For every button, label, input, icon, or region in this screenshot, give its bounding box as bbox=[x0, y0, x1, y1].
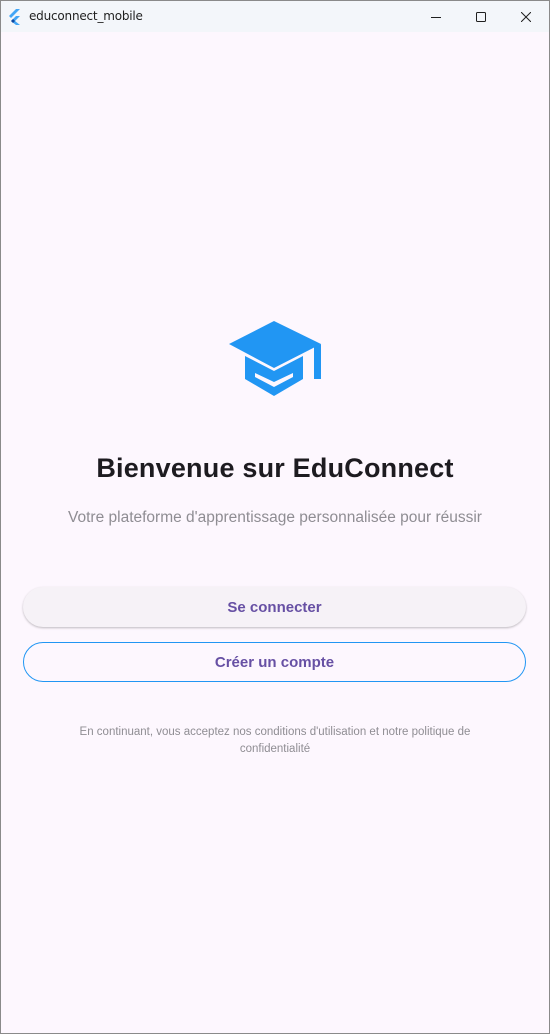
maximize-icon bbox=[476, 11, 486, 22]
welcome-subtitle: Votre plateforme d'apprentissage personn… bbox=[68, 509, 482, 526]
welcome-title: Bienvenue sur EduConnect bbox=[96, 453, 454, 483]
flutter-logo-icon bbox=[8, 9, 22, 25]
window-title: educonnect_mobile bbox=[29, 9, 143, 23]
create-account-button[interactable]: Créer un compte bbox=[23, 642, 526, 682]
login-button[interactable]: Se connecter bbox=[23, 587, 526, 627]
minimize-icon bbox=[431, 12, 441, 22]
app-window: educonnect_mobile Bienvenue sur EduConne… bbox=[0, 0, 550, 1034]
maximize-button[interactable] bbox=[458, 1, 504, 32]
welcome-screen: Bienvenue sur EduConnect Votre plateform… bbox=[1, 32, 549, 1033]
close-button[interactable] bbox=[503, 1, 549, 32]
close-icon bbox=[521, 11, 531, 22]
graduation-cap-icon bbox=[227, 320, 323, 400]
minimize-button[interactable] bbox=[413, 1, 459, 32]
terms-notice: En continuant, vous acceptez nos conditi… bbox=[79, 726, 471, 755]
title-bar[interactable]: educonnect_mobile bbox=[1, 1, 549, 32]
